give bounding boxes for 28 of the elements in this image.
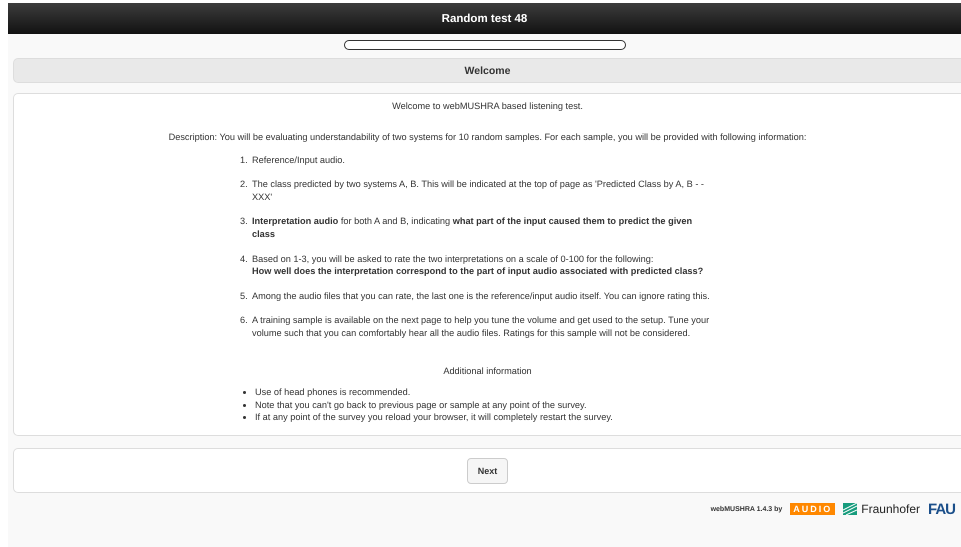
page-title: Welcome [13, 58, 961, 83]
next-button[interactable]: Next [466, 458, 508, 484]
fraunhofer-logo: Fraunhofer [861, 502, 920, 516]
step-text: Interpretation audio for both A and B, indicating what part of the input caused them to predict the given class [252, 215, 694, 240]
list-number: 2. [240, 178, 249, 192]
step-text: Reference/Input audio. [252, 154, 345, 166]
list-number: 5. [240, 290, 249, 302]
info-text: Note that you can't go back to previous page or sample at any point of the survey. [255, 398, 587, 411]
audio-labs-logo: AUDIO [790, 503, 836, 516]
list-number: 6. [240, 314, 249, 328]
info-text: Use of head phones is recommended. [255, 386, 410, 399]
list-number: 1. [240, 154, 249, 166]
bullet-icon [243, 391, 246, 394]
fau-logo: FAU [928, 500, 956, 518]
step-text: The class predicted by two systems A, B. This will be indicated at the top of page as 'Predicted Class by A, B - - XXX' [252, 178, 705, 203]
bullet-icon [243, 416, 246, 419]
list-number: 3. [240, 215, 249, 228]
info-text: If at any point of the survey you reload your browser, it will completely restart the survey. [255, 410, 613, 424]
header-bar: Random test 48 [8, 3, 961, 34]
step-text: Based on 1-3, you will be asked to rate the two interpretations on a scale of 0-100 for the following: How well does the interpretation correspond to the part of input audio associated with predicted class? [252, 252, 704, 278]
additional-heading: Additional information [443, 365, 532, 378]
intro-text: Welcome to webMUSHRA based listening test. [392, 100, 583, 112]
step-text: A training sample is available on the next page to help you tune the volume and get used to the setup. Tune your volume such that you can comfortably hear all the audio files. Ratings for this sample will not be considered. [252, 314, 710, 340]
step-text: Among the audio files that you can rate, the last one is the reference/input audio itself. You can ignore rating this. [252, 290, 710, 302]
list-number: 4. [240, 252, 249, 266]
bullet-icon [243, 404, 246, 407]
fraunhofer-stripes-icon [843, 503, 858, 516]
description-text: Description: You will be evaluating understandability of two systems for 10 random samples. For each sample, you will be provided with following information: [168, 131, 806, 144]
